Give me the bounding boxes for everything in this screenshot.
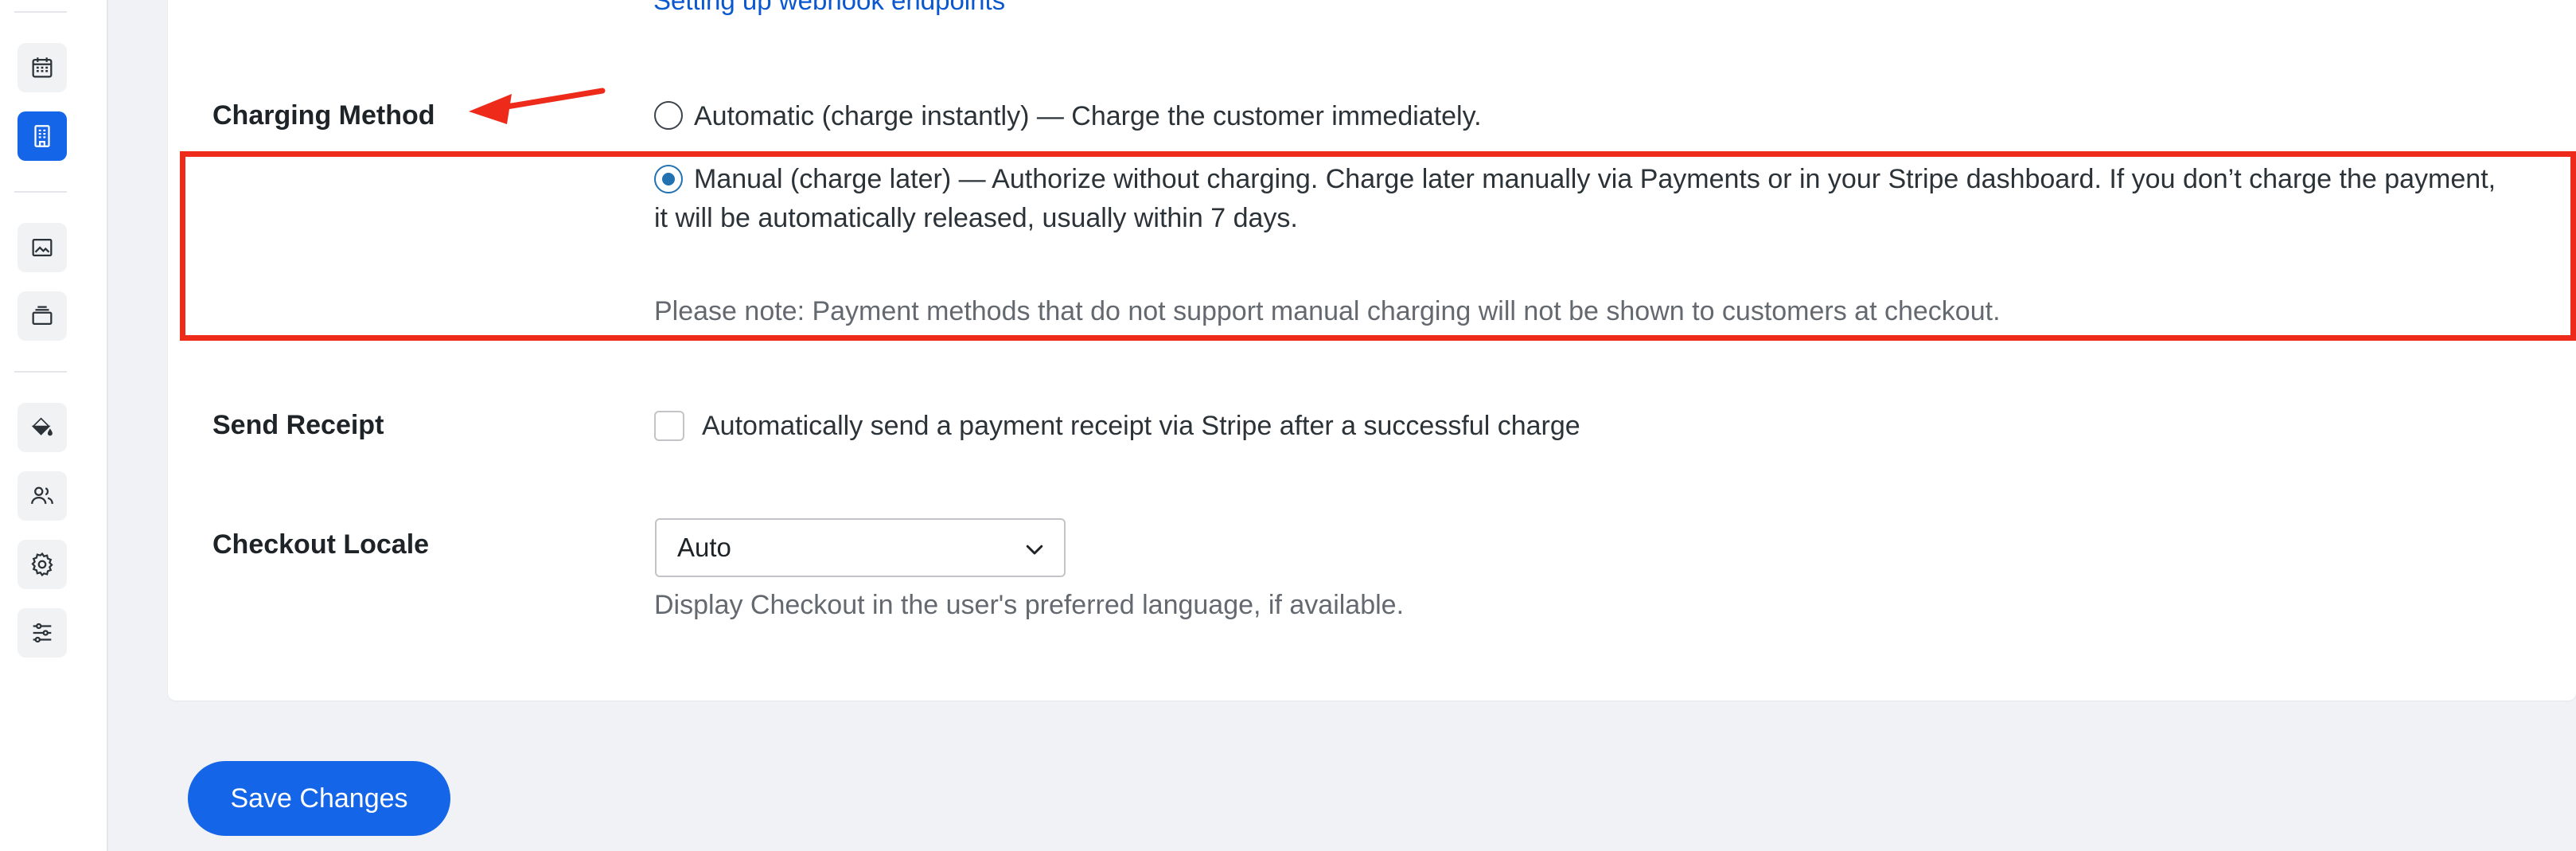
sidebar-divider: [14, 371, 67, 373]
icon-sidebar: [0, 0, 108, 851]
webhook-endpoints-link[interactable]: Setting up webhook endpoints: [653, 0, 1005, 16]
paint-bucket-icon[interactable]: [18, 403, 67, 452]
send-receipt-label: Send Receipt: [212, 410, 384, 440]
send-receipt-checkbox-label[interactable]: Automatically send a payment receipt via…: [702, 407, 1580, 446]
building-icon[interactable]: [18, 111, 67, 161]
chevron-down-icon: [1026, 545, 1043, 555]
checkout-locale-help: Display Checkout in the user's preferred…: [654, 590, 1405, 620]
calendar-icon[interactable]: [18, 43, 67, 92]
checkout-locale-select[interactable]: Auto: [655, 518, 1066, 577]
sidebar-divider: [14, 191, 67, 193]
charging-method-label: Charging Method: [212, 100, 435, 131]
sliders-icon[interactable]: [18, 608, 67, 658]
annotation-arrow-icon: [469, 88, 606, 124]
gear-icon[interactable]: [18, 540, 67, 589]
checkout-locale-selected-value: Auto: [677, 533, 731, 562]
charging-automatic-radio[interactable]: [654, 101, 683, 130]
layers-icon[interactable]: [18, 291, 67, 341]
image-icon[interactable]: [18, 223, 67, 272]
users-icon[interactable]: [18, 471, 67, 521]
manual-charging-note: Please note: Payment methods that do not…: [654, 296, 2001, 326]
sidebar-divider: [14, 11, 67, 13]
charging-automatic-label[interactable]: Automatic (charge instantly) — Charge th…: [694, 97, 1482, 136]
save-changes-button[interactable]: Save Changes: [188, 761, 450, 836]
send-receipt-checkbox[interactable]: [654, 411, 684, 441]
charging-manual-label[interactable]: Manual (charge later) — Authorize withou…: [654, 160, 2508, 238]
checkout-locale-label: Checkout Locale: [212, 529, 430, 560]
app-root: Setting up webhook endpoints Charging Me…: [0, 0, 2576, 851]
